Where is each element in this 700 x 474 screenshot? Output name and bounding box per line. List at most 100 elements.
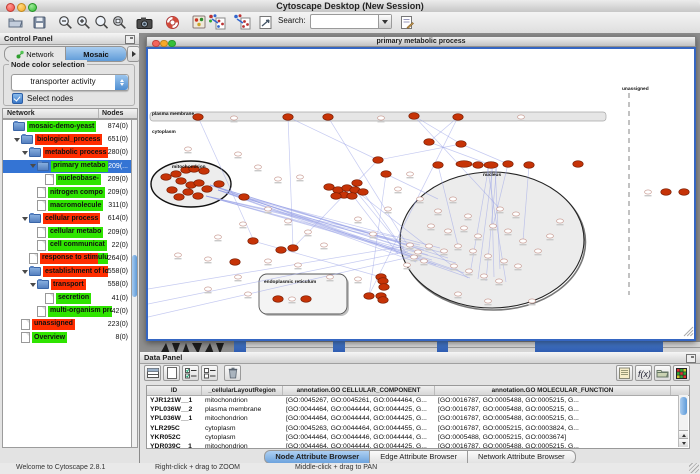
disclosure-triangle-icon[interactable] <box>21 151 29 155</box>
background-window-fragment[interactable] <box>333 341 345 352</box>
background-window-fragment[interactable] <box>663 341 700 352</box>
network-edge[interactable] <box>244 197 400 242</box>
zoom-window-button[interactable] <box>28 3 37 12</box>
network-node[interactable] <box>524 162 534 169</box>
network-window-titlebar[interactable]: primary metabolic process <box>146 36 696 47</box>
background-window-fragment[interactable] <box>437 341 448 352</box>
search-input[interactable] <box>310 14 392 29</box>
network-node[interactable] <box>171 171 181 178</box>
tree-row[interactable]: cellular process614(0) <box>3 212 131 225</box>
disclosure-triangle-icon[interactable] <box>29 164 37 168</box>
network-node[interactable] <box>289 297 296 301</box>
network-node[interactable] <box>485 299 492 303</box>
network-node[interactable] <box>501 259 508 263</box>
network-node[interactable] <box>465 214 472 218</box>
network-node[interactable] <box>288 245 298 252</box>
zoom-in-button[interactable] <box>74 13 92 31</box>
network-node[interactable] <box>378 297 388 304</box>
tree-row[interactable]: transport558(0) <box>3 278 131 291</box>
background-window-fragment[interactable] <box>345 341 437 352</box>
formula-builder-button[interactable]: f(x) <box>635 365 652 381</box>
network-node[interactable] <box>424 139 434 146</box>
network-node[interactable] <box>475 234 482 238</box>
network-node[interactable] <box>202 186 212 193</box>
table-column-header[interactable]: annotation.GO CELLULAR_COMPONENT <box>283 386 435 395</box>
network-node[interactable] <box>505 229 512 233</box>
network-node[interactable] <box>515 264 522 268</box>
network-node[interactable] <box>305 230 312 234</box>
network-node[interactable] <box>518 115 525 119</box>
network-node[interactable] <box>194 180 204 187</box>
tab-mosaic[interactable]: Mosaic <box>65 47 126 61</box>
minimize-window-button[interactable] <box>17 3 26 12</box>
canvas-resize-grip[interactable] <box>687 330 693 336</box>
network-node[interactable] <box>355 277 362 281</box>
network-node[interactable] <box>535 249 542 253</box>
tree-row[interactable]: secretion41(0) <box>3 291 131 304</box>
disclosure-triangle-icon[interactable] <box>13 138 21 142</box>
network-node[interactable] <box>428 224 435 228</box>
search-dropdown-arrow[interactable] <box>378 15 391 28</box>
network-edge[interactable] <box>288 117 293 247</box>
network-node[interactable] <box>445 229 452 233</box>
network-node[interactable] <box>276 247 286 254</box>
network-node[interactable] <box>285 219 292 223</box>
vizmapper-button[interactable] <box>190 13 208 31</box>
tree-row[interactable]: mosaic-demo-yeast874(0) <box>3 120 131 133</box>
export-image-button[interactable] <box>135 13 153 31</box>
network-node[interactable] <box>473 162 483 169</box>
tab-network-attribute-browser[interactable]: Network Attribute Browser <box>468 450 576 464</box>
network-node[interactable] <box>645 190 652 194</box>
tab-node-attribute-browser[interactable]: Node Attribute Browser <box>264 450 370 464</box>
network-node[interactable] <box>175 253 182 257</box>
tree-row[interactable]: metabolic process280(0) <box>3 146 131 159</box>
network-node[interactable] <box>193 193 203 200</box>
network-node[interactable] <box>481 274 488 278</box>
network-node[interactable] <box>411 255 418 259</box>
network-node[interactable] <box>245 292 252 296</box>
network-node[interactable] <box>167 187 177 194</box>
zoom-out-button[interactable] <box>56 13 74 31</box>
network-node[interactable] <box>450 197 457 201</box>
network-node[interactable] <box>409 113 419 120</box>
network-node[interactable] <box>235 152 242 156</box>
network-node[interactable] <box>235 275 242 279</box>
delete-attribute-button[interactable] <box>224 365 241 381</box>
network-node[interactable] <box>183 189 193 196</box>
network-node[interactable] <box>364 293 374 300</box>
network-node[interactable] <box>679 189 689 196</box>
tree-row[interactable]: unassigned223(0) <box>3 318 131 331</box>
tree-column-network[interactable]: Network <box>7 110 35 117</box>
attribute-table[interactable]: ID_cellularLayoutRegionannotation.GO CEL… <box>146 385 690 449</box>
tree-scrollbar[interactable] <box>131 119 138 448</box>
minimize-view-button[interactable] <box>160 40 168 48</box>
import-attributes-button[interactable] <box>616 365 633 381</box>
network-node[interactable] <box>435 209 442 213</box>
open-session-button[interactable] <box>6 13 24 31</box>
new-network-from-selected-nodes-edges-button[interactable] <box>208 13 226 31</box>
save-session-button[interactable] <box>30 13 48 31</box>
network-node[interactable] <box>441 249 448 253</box>
network-node[interactable] <box>215 235 222 239</box>
network-node[interactable] <box>378 116 385 120</box>
network-node[interactable] <box>185 147 192 151</box>
new-attribute-button[interactable] <box>163 365 180 381</box>
canvas-resize-grip[interactable] <box>690 333 693 336</box>
background-window-fragment[interactable] <box>234 341 246 352</box>
network-edge[interactable] <box>378 144 461 160</box>
tree-row[interactable]: macromolecule311(0) <box>3 199 131 212</box>
network-node[interactable] <box>470 249 477 253</box>
network-node[interactable] <box>176 178 186 185</box>
network-node[interactable] <box>426 244 433 248</box>
float-panel-icon[interactable] <box>686 354 696 363</box>
network-node[interactable] <box>466 269 473 273</box>
network-node[interactable] <box>275 177 282 181</box>
network-node[interactable] <box>205 257 212 261</box>
network-edge[interactable] <box>253 241 381 277</box>
network-node[interactable] <box>503 161 513 168</box>
network-view-window[interactable]: primary metabolic process plasma membran… <box>146 36 696 341</box>
table-row[interactable]: YLR295Ccytoplasm[GO:0045263, GO:0044464,… <box>147 424 689 433</box>
network-node[interactable] <box>497 207 504 211</box>
network-canvas[interactable]: plasma membranecytoplasmmitochondrionnuc… <box>148 49 694 339</box>
network-node[interactable] <box>193 114 203 121</box>
